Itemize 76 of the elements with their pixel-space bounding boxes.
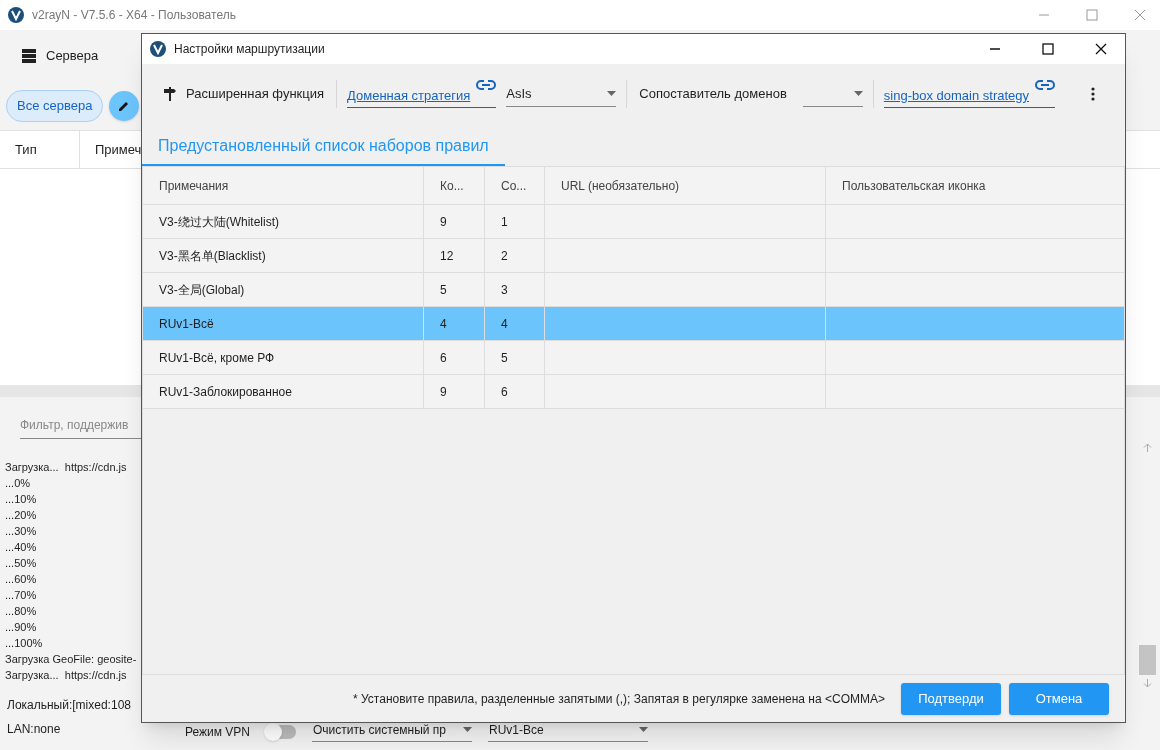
table-cell-text: V3-绕过大陆(Whitelist)	[159, 213, 279, 231]
link-icon	[1035, 80, 1056, 91]
log-line: ...20%	[5, 508, 38, 523]
caret-icon	[853, 91, 863, 96]
log-line: ...60%	[5, 572, 38, 587]
app-logo-icon	[8, 7, 24, 23]
window-title: v2rayN - V7.5.6 - X64 - Пользователь	[32, 7, 236, 24]
table-cell-text: 9	[440, 383, 447, 401]
column-header: Пользовательская иконка	[841, 177, 987, 195]
hint-text: * Установите правила, разделенные запятыми (,); Запятая в регулярке заменена на <COMMA>	[353, 690, 885, 708]
table-cell-text: 9	[440, 213, 447, 231]
edit-button[interactable]	[109, 91, 140, 121]
table-row[interactable]: V3-黑名单(Blacklist) 12 2	[143, 239, 1124, 273]
table-cell-text: 6	[501, 383, 508, 401]
caret-icon	[607, 91, 617, 96]
log-line: ...0%	[5, 476, 32, 491]
table-cell-text: 12	[440, 247, 454, 265]
column-header: URL (необязательно)	[545, 167, 826, 204]
status-text: LAN:none	[7, 721, 62, 738]
vpn-toggle[interactable]	[266, 725, 296, 739]
table-cell-text: 1	[501, 213, 508, 231]
caret-icon	[639, 727, 648, 732]
column-header: Ко...	[424, 167, 485, 204]
vpn-label: Режим VPN	[185, 724, 250, 741]
table-cell-text: 5	[440, 281, 447, 299]
advanced-button[interactable]: Расширенная функция	[162, 78, 327, 110]
table-row[interactable]: V3-全局(Global) 5 3	[143, 273, 1124, 307]
table-cell-text: 4	[501, 315, 508, 333]
table-cell-text: RUv1-Всё, кроме РФ	[159, 349, 275, 367]
server-icon	[22, 49, 36, 63]
filter-chip[interactable]: Все сервера	[6, 90, 104, 122]
table-cell-text: 6	[440, 349, 447, 367]
column-header: Примечания	[143, 167, 424, 204]
more-icon[interactable]	[1091, 87, 1095, 101]
log-line: Загрузка GeoFile: geosite-	[5, 652, 138, 667]
close-icon[interactable]	[1095, 43, 1107, 55]
status-text: Локальный:[mixed:108	[7, 697, 132, 714]
table-row[interactable]: RUv1-Всё, кроме РФ 6 5	[143, 341, 1124, 375]
log-line: ...40%	[5, 540, 38, 555]
scroll-down-icon[interactable]	[1143, 679, 1152, 688]
log-line: ...100%	[5, 636, 44, 651]
toolbar-button[interactable]: Сервера	[20, 38, 101, 74]
table-row[interactable]: RUv1-Заблокированное 9 6	[143, 375, 1124, 409]
log-line: Загрузка... https://cdn.js	[5, 668, 128, 683]
table-cell-text: 4	[440, 315, 447, 333]
field-label: Сопоставитель доменов	[639, 85, 787, 104]
app-logo-icon	[150, 41, 166, 57]
link[interactable]: sing-box domain strategy	[883, 80, 1056, 108]
link[interactable]: Доменная стратегия	[347, 80, 497, 108]
caret-icon	[463, 727, 472, 732]
table-cell-text: 3	[501, 281, 508, 299]
log-line: ...50%	[5, 556, 38, 571]
scrollbar-thumb[interactable]	[1139, 645, 1156, 675]
link-icon	[476, 80, 497, 91]
scroll-up-icon[interactable]	[1142, 443, 1152, 452]
log-line: ...80%	[5, 604, 38, 619]
table-row[interactable]: V3-绕过大陆(Whitelist) 9 1	[143, 205, 1124, 239]
column-header: Тип	[0, 131, 80, 168]
column-header: Примеч	[94, 140, 141, 159]
log-line: ...90%	[5, 620, 38, 635]
signpost-icon	[164, 87, 176, 101]
table-cell-text: V3-全局(Global)	[159, 281, 245, 299]
log-line: Загрузка... https://cdn.js	[5, 460, 128, 475]
table-cell-text: RUv1-Всё	[159, 315, 214, 333]
log-line: ...70%	[5, 588, 38, 603]
dialog-title: Настройки маршрутизации	[174, 41, 325, 58]
table-cell-text: 2	[501, 247, 508, 265]
dropdown[interactable]: AsIs	[506, 81, 617, 107]
log-line: ...10%	[5, 492, 38, 507]
table-row[interactable]: RUv1-Всё 4 4	[143, 307, 1124, 341]
table-cell-text: 5	[501, 349, 508, 367]
maximize-icon[interactable]	[1042, 43, 1054, 55]
column-header: Со...	[485, 167, 545, 204]
table-cell-text: RUv1-Заблокированное	[159, 383, 292, 401]
table-cell-text: V3-黑名单(Blacklist)	[159, 247, 266, 265]
log-line: ...30%	[5, 524, 38, 539]
